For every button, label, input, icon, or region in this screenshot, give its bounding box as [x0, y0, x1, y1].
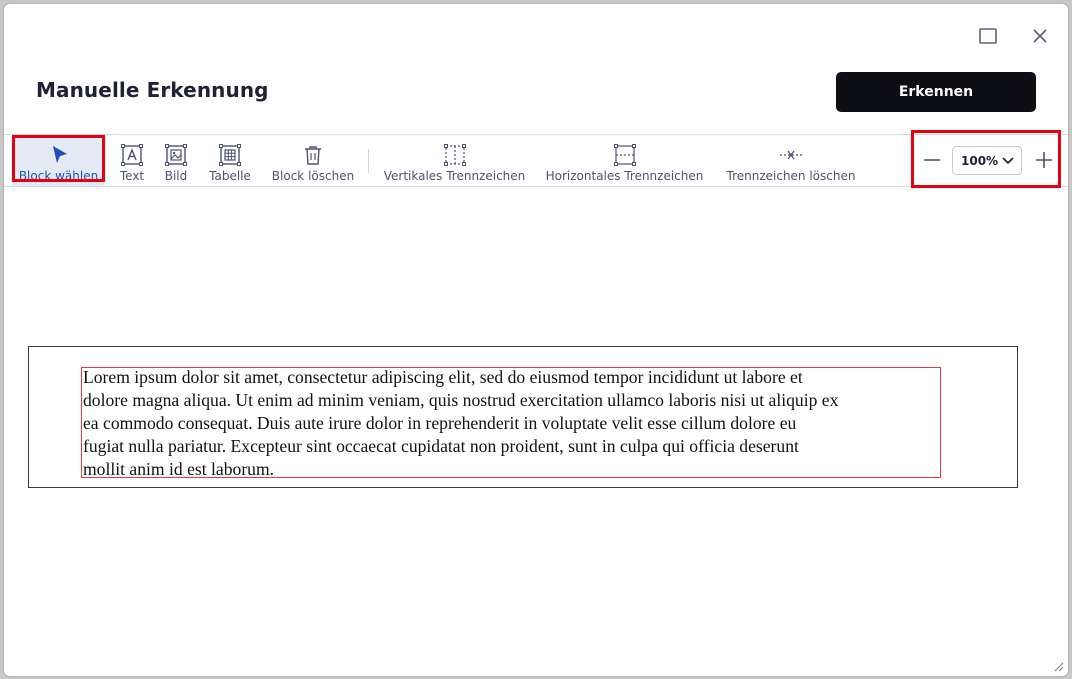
tool-label: Vertikales Trennzeichen	[383, 168, 526, 183]
plus-icon	[1036, 152, 1052, 168]
minus-icon	[924, 159, 940, 161]
table-box-icon	[219, 143, 241, 166]
image-box-icon	[165, 143, 187, 166]
maximize-icon	[979, 28, 997, 44]
tool-label: Trennzeichen löschen	[726, 168, 856, 183]
resize-grip-icon[interactable]	[1052, 660, 1064, 672]
zoom-select[interactable]: 100%	[952, 146, 1022, 175]
chevron-down-icon	[1002, 157, 1014, 165]
vertical-separator-icon	[443, 143, 466, 166]
text-line: mollit anim id est laborum.	[83, 459, 275, 479]
text-line: dolore magna aliqua. Ut enim ad minim ve…	[83, 390, 839, 410]
text-box-icon	[121, 143, 143, 166]
trash-icon	[305, 145, 321, 165]
horizontal-separator-icon	[613, 143, 636, 166]
tool-text[interactable]: Text	[112, 135, 152, 186]
toolbar-divider	[368, 149, 369, 173]
recognize-button[interactable]: Erkennen	[836, 72, 1036, 112]
tool-label: Text	[119, 168, 145, 183]
zoom-value: 100%	[961, 153, 999, 168]
tool-label: Bild	[164, 168, 188, 183]
tool-select-block[interactable]: Block wählen	[12, 135, 105, 186]
maximize-button[interactable]	[974, 22, 1002, 50]
text-line: Lorem ipsum dolor sit amet, consectetur …	[83, 367, 803, 387]
delete-separator-icon	[780, 150, 802, 159]
cursor-arrow-icon	[52, 145, 67, 163]
tool-label: Block wählen	[18, 168, 99, 183]
close-icon	[1033, 29, 1047, 43]
manual-recognition-dialog: Manuelle Erkennung Erkennen Block wählen…	[4, 4, 1068, 676]
dialog-title: Manuelle Erkennung	[36, 78, 269, 102]
text-line: ea commodo consequat. Duis aute irure do…	[83, 413, 797, 433]
toolbar: Block wählen Text Bild Tabelle Block lös…	[4, 134, 1068, 187]
tool-label: Horizontales Trennzeichen	[545, 168, 704, 183]
document-page[interactable]: Lorem ipsum dolor sit amet, consectetur …	[28, 346, 1018, 488]
zoom-in-button[interactable]	[1032, 148, 1056, 172]
close-button[interactable]	[1026, 22, 1054, 50]
document-text: Lorem ipsum dolor sit amet, consectetur …	[83, 366, 953, 481]
tool-delete-block[interactable]: Block löschen	[268, 135, 358, 186]
tool-label: Block löschen	[271, 168, 355, 183]
tool-delete-separator[interactable]: Trennzeichen löschen	[721, 135, 861, 186]
tool-horizontal-separator[interactable]: Horizontales Trennzeichen	[542, 135, 707, 186]
tool-table[interactable]: Tabelle	[204, 135, 256, 186]
tool-vertical-separator[interactable]: Vertikales Trennzeichen	[382, 135, 527, 186]
tool-label: Tabelle	[209, 168, 251, 183]
zoom-out-button[interactable]	[920, 148, 944, 172]
text-line: fugiat nulla pariatur. Excepteur sint oc…	[83, 436, 799, 456]
tool-image[interactable]: Bild	[156, 135, 196, 186]
